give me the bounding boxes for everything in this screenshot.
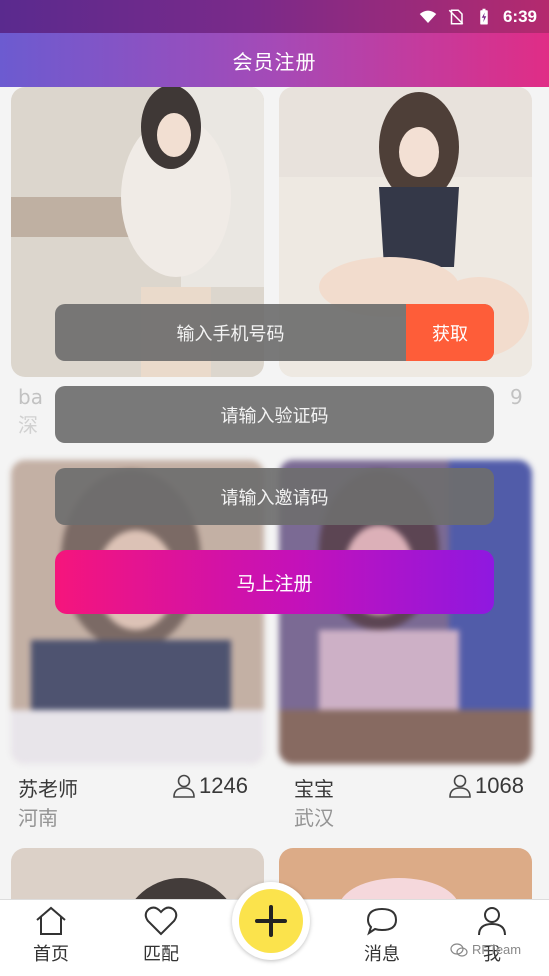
add-button[interactable] <box>232 882 310 960</box>
add-button-inner <box>239 889 303 953</box>
nav-home[interactable]: 首页 <box>11 906 91 966</box>
phone-input[interactable]: 输入手机号码 获取 <box>55 304 494 361</box>
nav-match[interactable]: 匹配 <box>121 906 201 966</box>
status-bar: 6:39 <box>0 0 549 33</box>
verification-code-input[interactable]: 请输入验证码 <box>55 386 494 443</box>
no-sim-icon <box>448 9 464 24</box>
get-code-button[interactable]: 获取 <box>406 304 494 361</box>
watermark-text: RFTeam <box>472 942 522 957</box>
register-button[interactable]: 马上注册 <box>55 550 494 614</box>
nav-home-label: 首页 <box>33 944 69 965</box>
nav-messages[interactable]: 消息 <box>342 906 422 966</box>
watermark: RFTeam <box>450 942 521 957</box>
app-header: 会员注册 <box>0 33 549 87</box>
status-time: 6:39 <box>502 6 537 26</box>
page-title: 会员注册 <box>232 49 317 74</box>
wifi-icon <box>419 10 437 23</box>
user-icon <box>478 907 506 936</box>
chat-bubble-icon <box>366 907 398 936</box>
nav-me[interactable]: 我 <box>452 906 532 966</box>
phone-placeholder: 输入手机号码 <box>176 323 285 345</box>
nav-messages-label: 消息 <box>364 944 400 965</box>
invite-code-input[interactable]: 请输入邀请码 <box>55 468 494 525</box>
heart-icon <box>144 906 178 936</box>
nav-match-label: 匹配 <box>143 944 179 965</box>
battery-icon <box>480 8 488 24</box>
home-icon <box>36 906 66 935</box>
plus-icon <box>255 905 287 937</box>
wechat-icon <box>450 942 468 957</box>
